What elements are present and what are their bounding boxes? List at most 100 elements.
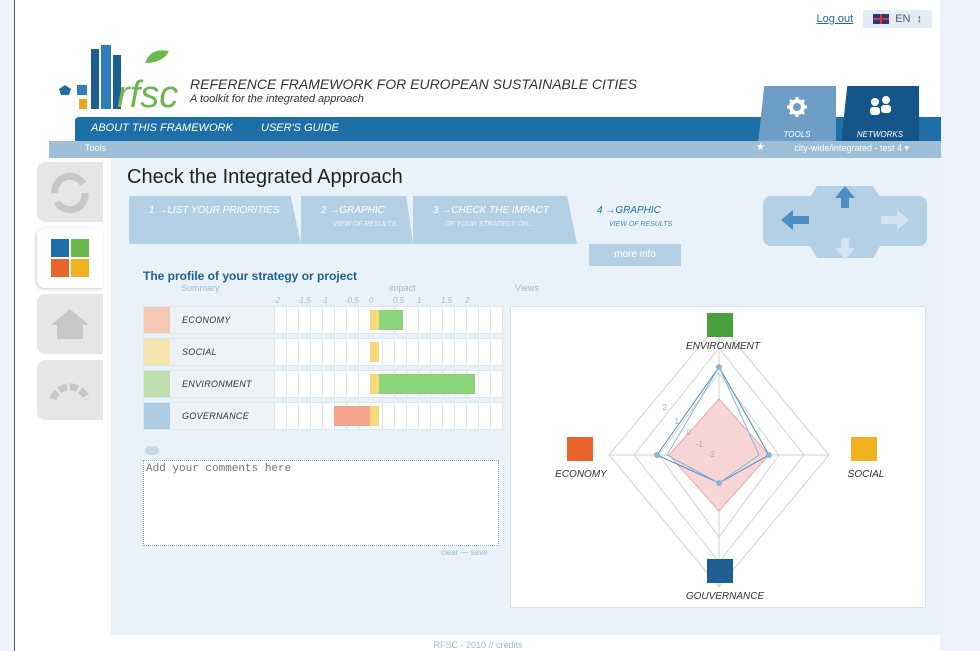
language-select[interactable]: EN ↕: [863, 10, 932, 28]
views-label: Views: [515, 283, 539, 293]
profile-row: SOCIAL: [143, 338, 503, 366]
puzzle-icon: [51, 239, 89, 277]
radar-tick: -1: [696, 440, 704, 449]
governance-icon: [144, 403, 170, 429]
scale-label: 1.5: [441, 296, 453, 305]
networks-label: NETWORKS: [856, 130, 904, 139]
logo-text: rfsc: [117, 74, 178, 113]
scale-label: 2: [465, 296, 470, 305]
rfsc-logo[interactable]: rfsc: [55, 45, 195, 113]
row-name: ENVIRONMENT: [182, 379, 252, 389]
step-4-sub: VIEW OF RESULTS: [609, 221, 673, 228]
step-2[interactable]: 2 →GRAPHIC VIEW OF RESULTS: [301, 196, 413, 244]
social-icon: [144, 339, 170, 365]
scale-label: 0.5: [393, 296, 405, 305]
zero-marker: [370, 342, 379, 362]
radar-view: 2 1 0 -1 -2 ENVIRONMENT SOCIAL ECONOMY G…: [510, 306, 926, 608]
scale-label: 0: [369, 296, 374, 305]
radar-tick: 1: [675, 417, 680, 426]
step-2-sub: VIEW OF RESULTS: [333, 221, 397, 228]
select-arrows-icon: ↕: [916, 13, 923, 25]
logout-link[interactable]: Log out: [817, 13, 854, 25]
networks-tab[interactable]: NETWORKS: [841, 86, 919, 144]
step-3-label: 3 →CHECK THE IMPACT: [433, 205, 549, 216]
profile-title: The profile of your strategy or project: [143, 269, 358, 283]
comment-icon: [145, 446, 159, 455]
footer[interactable]: RFSC - 2010 // credits: [15, 640, 941, 650]
step-3-sub: OF YOUR STRATEGY ON...: [445, 221, 534, 228]
star-icon: ★: [756, 142, 765, 153]
step-3[interactable]: 3 →CHECK THE IMPACT OF YOUR STRATEGY ON.…: [413, 196, 577, 244]
breadcrumb-tools[interactable]: Tools: [85, 143, 106, 153]
brand-subtitle: A toolkit for the integrated approach: [190, 93, 364, 105]
people-icon: [870, 96, 891, 115]
side-tab-house[interactable]: [37, 294, 103, 354]
scale-label: -2: [273, 296, 281, 305]
row-name: GOVERNANCE: [182, 411, 250, 421]
scale-label: 1: [417, 296, 422, 305]
cycle-icon: [51, 172, 89, 214]
step-1-label: 1 →LIST YOUR PRIORITIES: [149, 205, 280, 216]
top-bar: Log out EN ↕: [817, 10, 932, 28]
zero-marker: [370, 374, 379, 394]
step-2-label: 2 →GRAPHIC: [321, 205, 385, 216]
navigation-arrows: [763, 186, 927, 260]
profile-row: GOVERNANCE: [143, 402, 503, 430]
impact-bar: [379, 374, 475, 394]
radar-label-governance: GOUVERNANCE: [686, 591, 765, 602]
profile-row: ENVIRONMENT: [143, 370, 503, 398]
more-info-button[interactable]: more info: [589, 244, 681, 266]
impact-grid: [274, 403, 492, 429]
side-tab-gauge[interactable]: [37, 360, 103, 420]
gear-icon: [787, 97, 807, 117]
house-icon: [51, 309, 89, 339]
environment-icon: [144, 371, 170, 397]
impact-grid: [274, 339, 492, 365]
scale-label: -0.5: [345, 296, 359, 305]
radar-label-social: SOCIAL: [848, 469, 885, 480]
summary-label: Summary: [181, 283, 220, 293]
gauge-icon: [49, 383, 91, 401]
economy-icon: [567, 437, 593, 461]
impact-bar: [379, 310, 403, 330]
radar-chart: 2 1 0 -1 -2 ENVIRONMENT SOCIAL ECONOMY G…: [555, 313, 885, 602]
impact-bar: [334, 406, 370, 426]
sub-bar: Tools ★ city-wide/integrated - test 4 ▾: [49, 141, 941, 158]
scale-label: -1: [321, 296, 329, 305]
brand-title: REFERENCE FRAMEWORK FOR EUROPEAN SUSTAIN…: [190, 76, 638, 92]
economy-icon: [144, 307, 170, 333]
row-name: ECONOMY: [182, 315, 231, 325]
radar-tick: 2: [663, 403, 668, 412]
page: Log out EN ↕ rfsc REFERENCE FRAMEWORK FO…: [14, 0, 941, 651]
tools-tab[interactable]: TOOLS: [758, 86, 836, 144]
social-icon: [851, 437, 877, 461]
radar-tick: -2: [708, 450, 716, 459]
language-label: EN: [895, 13, 911, 25]
nav-about[interactable]: ABOUT THIS FRAMEWORK: [91, 122, 233, 134]
zero-marker: [370, 310, 379, 330]
scale-label: -1.5: [297, 296, 311, 305]
side-tab-cycle[interactable]: [37, 162, 103, 222]
project-select[interactable]: city-wide/integrated - test 4 ▾: [794, 143, 909, 154]
main-panel: Check the Integrated Approach 1 →LIST YO…: [111, 158, 941, 635]
step-1[interactable]: 1 →LIST YOUR PRIORITIES: [129, 196, 301, 244]
governance-icon: [707, 559, 733, 583]
zero-marker: [370, 406, 379, 426]
row-name: SOCIAL: [182, 347, 217, 357]
profile-row: ECONOMY: [143, 306, 503, 334]
radar-label-economy: ECONOMY: [555, 469, 608, 480]
environment-icon: [707, 313, 733, 337]
impact-label: impact: [389, 283, 416, 293]
page-title: Check the Integrated Approach: [127, 166, 403, 188]
side-tab-integrated[interactable]: [37, 228, 103, 288]
comments-input[interactable]: [143, 460, 499, 546]
step-4-label: 4 →GRAPHIC: [597, 205, 661, 216]
clear-save-links[interactable]: clear — save: [441, 548, 488, 557]
radar-label-environment: ENVIRONMENT: [686, 341, 761, 352]
brand: REFERENCE FRAMEWORK FOR EUROPEAN SUSTAIN…: [190, 76, 637, 105]
uk-flag-icon: [873, 14, 890, 24]
step-4[interactable]: 4 →GRAPHIC VIEW OF RESULTS: [577, 196, 689, 244]
nav-guide[interactable]: USER'S GUIDE: [261, 122, 339, 134]
radar-tick: 0: [687, 428, 692, 437]
tools-label: TOOLS: [783, 130, 811, 139]
